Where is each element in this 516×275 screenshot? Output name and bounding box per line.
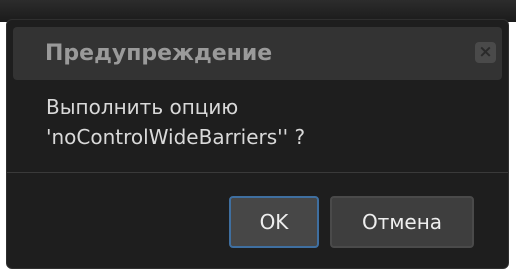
message-line-1: Выполнить опцию (46, 95, 239, 119)
cancel-button[interactable]: Отмена (330, 196, 474, 248)
dialog-message: Выполнить опцию 'noControlWideBarriers''… (46, 92, 486, 152)
close-button[interactable]: × (475, 42, 496, 63)
close-icon: × (478, 42, 493, 62)
dialog-divider (7, 172, 508, 173)
ok-button[interactable]: OK (229, 196, 319, 248)
warning-dialog: Предупреждение × Выполнить опцию 'noCont… (6, 19, 509, 269)
message-line-2: 'noControlWideBarriers'' ? (46, 125, 306, 149)
dialog-title: Предупреждение (45, 41, 273, 66)
dialog-titlebar: Предупреждение × (13, 27, 502, 80)
